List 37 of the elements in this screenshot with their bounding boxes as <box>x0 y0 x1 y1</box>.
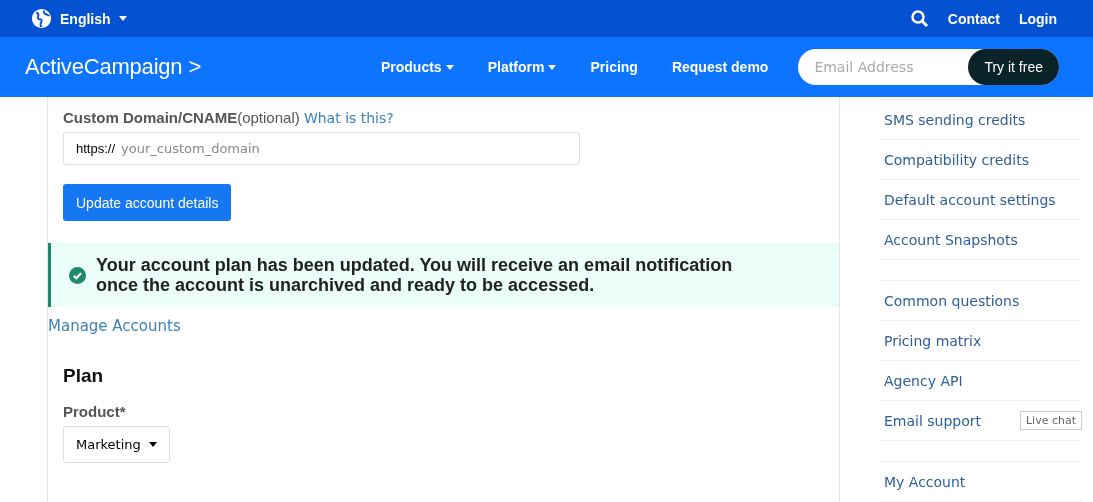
sidebar-link[interactable]: SMS sending credits <box>884 111 1026 128</box>
sidebar-link[interactable]: Default account settings <box>884 191 1056 208</box>
live-chat-button[interactable]: Live chat <box>1019 411 1082 430</box>
check-circle-icon <box>69 266 86 284</box>
sidebar-link[interactable]: Pricing matrix <box>884 332 982 349</box>
search-icon[interactable] <box>910 9 929 28</box>
domain-field[interactable]: https:// your_custom_domain <box>63 132 580 165</box>
top-link[interactable]: Contact <box>947 10 1000 27</box>
url-prefix: https:// <box>76 141 116 156</box>
try-free-button[interactable]: Try it free <box>968 49 1059 85</box>
nav-item[interactable]: Products <box>380 59 454 75</box>
nav-item[interactable]: Request demo <box>671 59 769 75</box>
section-heading: Plan <box>63 365 105 387</box>
email-signup-field[interactable]: Email Address Try it free <box>798 49 1059 85</box>
help-link[interactable]: What is this? <box>303 110 394 126</box>
sidebar-link[interactable]: Account Snapshots <box>884 231 1018 248</box>
nav-item[interactable]: Platform <box>487 59 557 75</box>
language-selector[interactable]: English <box>31 8 127 29</box>
sidebar-link[interactable]: My Account <box>884 473 966 490</box>
caret-icon <box>548 64 557 70</box>
field-label: Custom Domain/CNAME(optional) What is this? <box>63 109 395 126</box>
product-dropdown[interactable]: Marketing <box>63 426 170 463</box>
sidebar-link[interactable]: Agency API <box>884 372 963 389</box>
sidebar-link[interactable]: Compatibility credits <box>884 151 1029 168</box>
manage-accounts-link[interactable]: Manage Accounts <box>48 317 181 335</box>
caret-icon <box>148 442 157 447</box>
logo[interactable]: ActiveCampaign > <box>25 54 202 80</box>
globe-icon <box>31 8 52 29</box>
nav-item[interactable]: Pricing <box>590 59 638 75</box>
update-button[interactable]: Update account details <box>63 184 232 221</box>
sidebar-link[interactable]: Common questions <box>884 292 1020 309</box>
alert-message: Your account plan has been updated. You will receive an email notification once the account is unarchived and ready to be accessed. <box>96 255 734 295</box>
field-label: Product* <box>63 403 127 420</box>
top-link[interactable]: Login <box>1018 10 1057 27</box>
caret-icon <box>118 16 127 21</box>
sidebar-link[interactable]: Email support <box>884 412 982 429</box>
caret-icon <box>445 64 454 70</box>
